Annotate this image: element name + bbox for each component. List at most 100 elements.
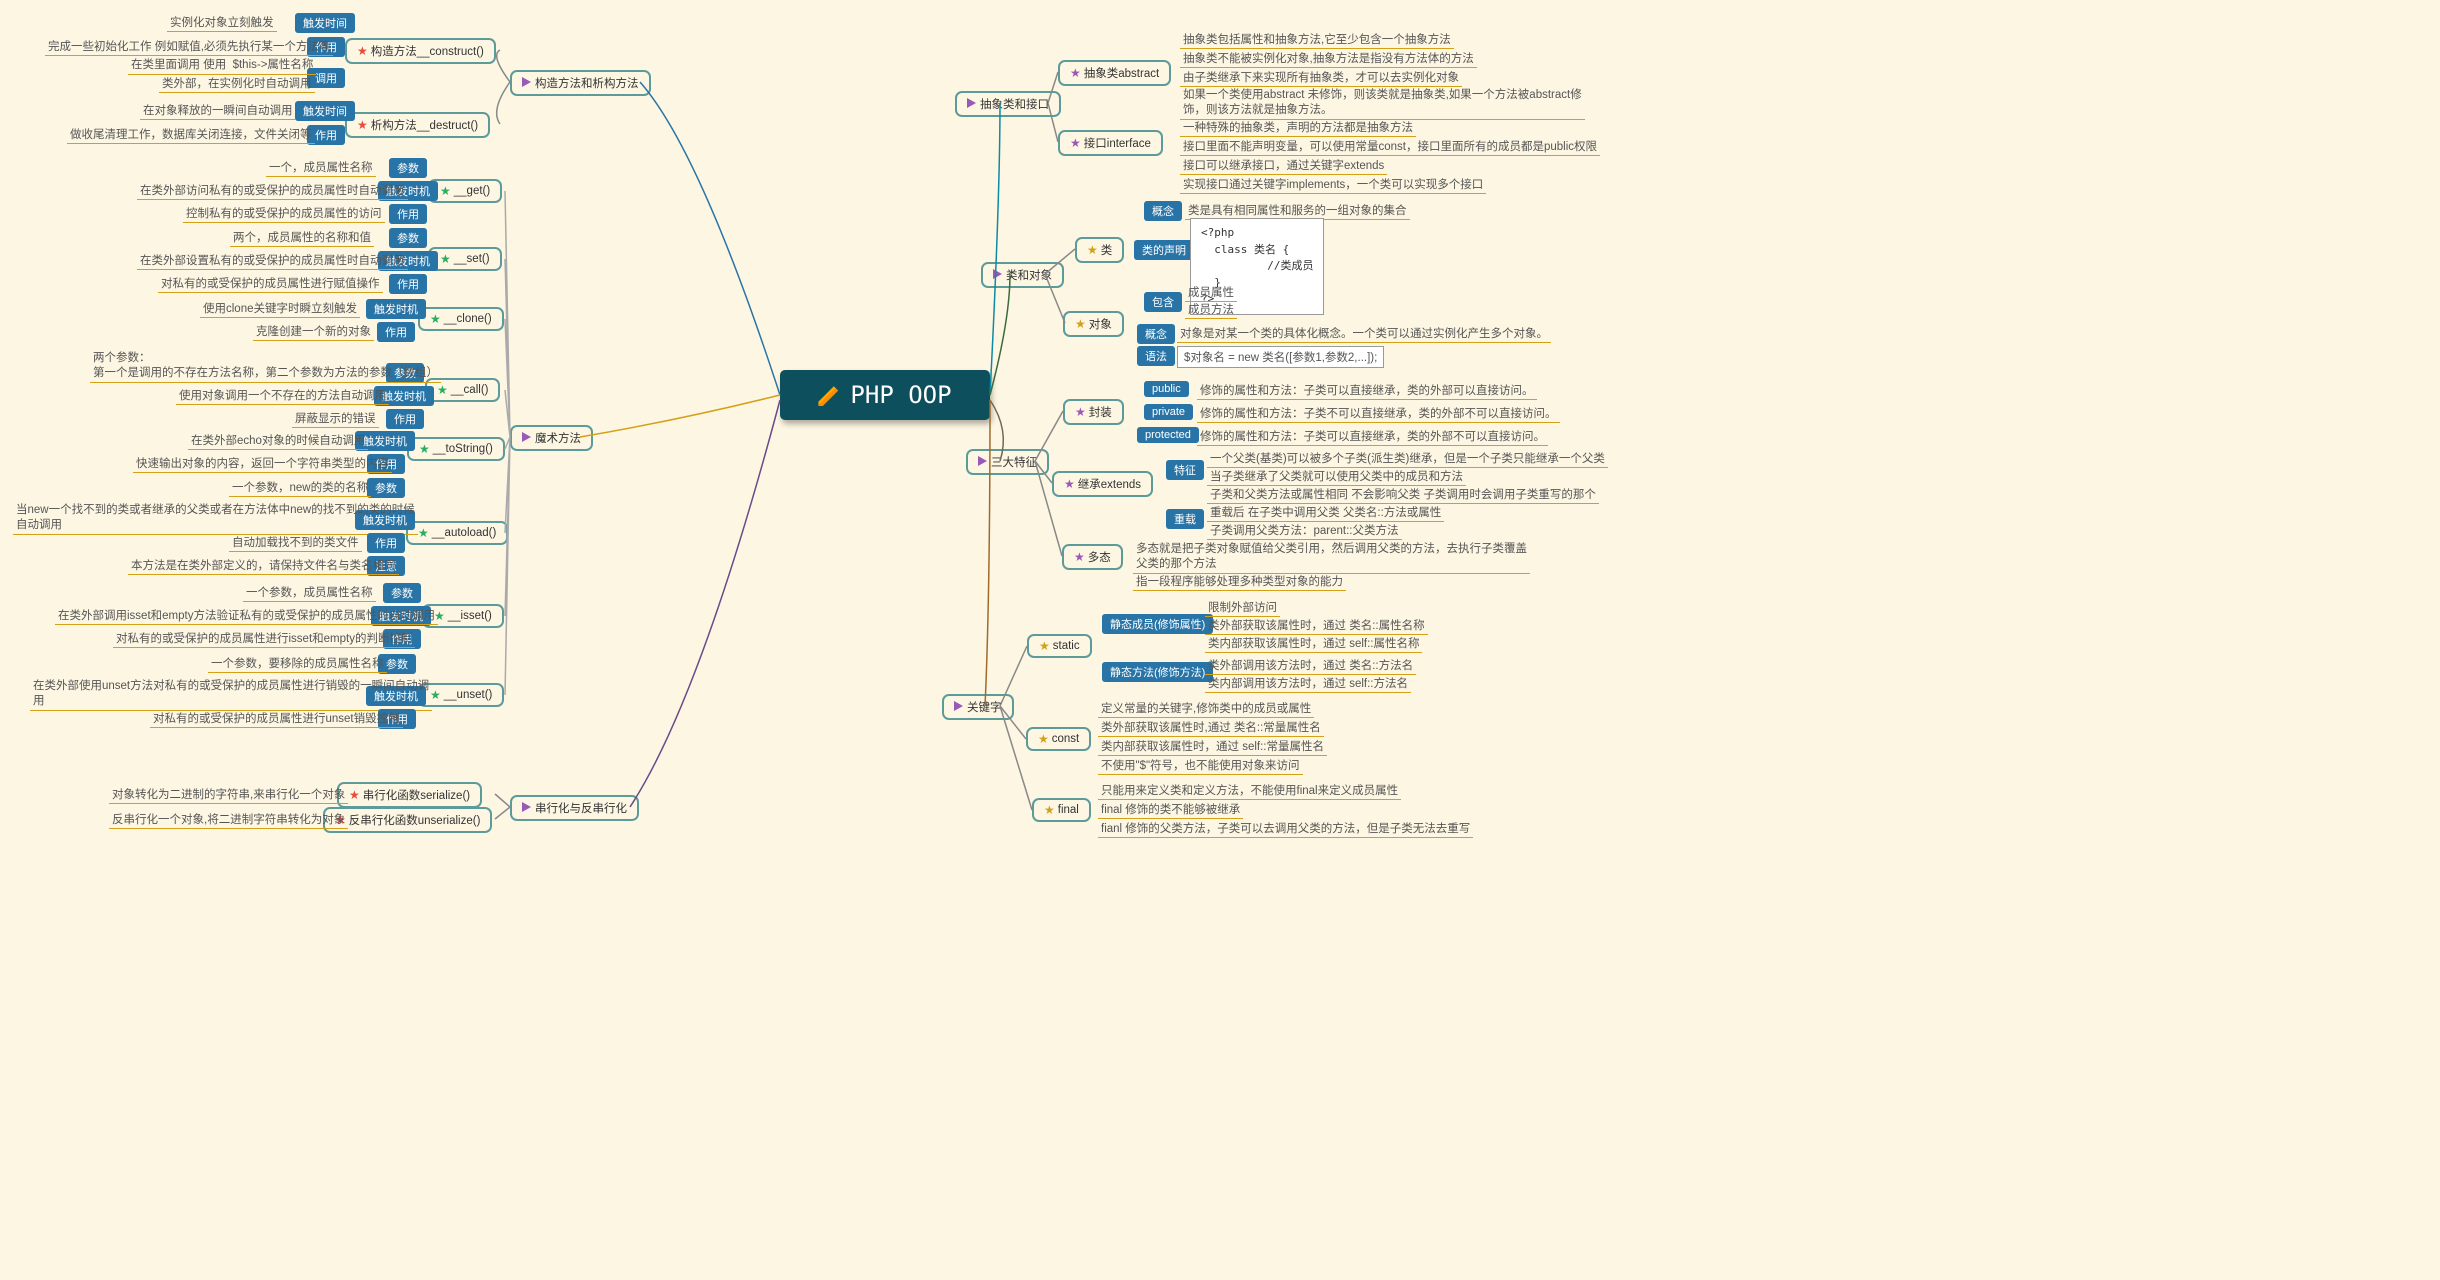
node-tostring[interactable]: __toString() — [407, 437, 505, 461]
label: __isset() — [448, 610, 492, 622]
leaf: 定义常量的关键字,修饰类中的成员或属性 — [1098, 699, 1314, 718]
leaf: fianl 修饰的父类方法，子类可以去调用父类的方法，但是子类无法去重写 — [1098, 819, 1473, 838]
leaf: 多态就是把子类对象赋值给父类引用，然后调用父类的方法，去执行子类覆盖父类的那个方… — [1133, 541, 1530, 574]
leaf: 抽象类不能被实例化对象,抽象方法是指没有方法体的方法 — [1180, 49, 1477, 68]
star-icon — [430, 312, 444, 326]
leaf: 控制私有的或受保护的成员属性的访问 — [183, 204, 385, 223]
leaf: 对私有的或受保护的成员属性进行赋值操作 — [158, 274, 383, 293]
star-icon — [1074, 550, 1088, 564]
leaf: 子类和父类方法或属性相同 不会影响父类 子类调用时会调用子类重写的那个 — [1207, 485, 1599, 504]
leaf: 一种特殊的抽象类，声明的方法都是抽象方法 — [1180, 118, 1416, 137]
flag-icon — [993, 269, 1006, 282]
node-construct[interactable]: 构造方法__construct() — [345, 38, 496, 64]
star-icon — [440, 252, 454, 266]
branch-class-object[interactable]: 类和对象 — [981, 262, 1064, 288]
label: 魔术方法 — [535, 430, 581, 446]
node-unserialize[interactable]: 反串行化函数unserialize() — [323, 807, 492, 833]
leaf: 在类外部访问私有的或受保护的成员属性时自动调用 — [137, 181, 408, 200]
node-get[interactable]: __get() — [428, 179, 502, 203]
branch-serialize[interactable]: 串行化与反串行化 — [510, 795, 639, 821]
label: 三大特征 — [991, 454, 1037, 470]
star-icon — [418, 526, 432, 540]
label: 封装 — [1089, 404, 1112, 420]
node-final[interactable]: final — [1032, 798, 1091, 822]
star-icon — [419, 442, 433, 456]
node-encapsulation[interactable]: 封装 — [1063, 399, 1124, 425]
label: final — [1058, 804, 1079, 816]
node-destruct[interactable]: 析构方法__destruct() — [345, 112, 490, 138]
leaf: 使用clone关键字时瞬立刻触发 — [200, 299, 360, 318]
leaf: 由子类继承下来实现所有抽象类，才可以去实例化对象 — [1180, 68, 1462, 87]
label: 析构方法__destruct() — [371, 117, 478, 133]
node-static[interactable]: static — [1027, 634, 1092, 658]
root-node[interactable]: PHP OOP — [780, 370, 990, 420]
leaf: 本方法是在类外部定义的，请保持文件名与类名相同 — [128, 556, 399, 575]
node-object[interactable]: 对象 — [1063, 311, 1124, 337]
leaf: 类内部获取该属性时，通过 self::属性名称 — [1205, 634, 1422, 653]
node-const[interactable]: const — [1026, 727, 1091, 751]
tag: 语法 — [1137, 346, 1175, 366]
node-polymorphism[interactable]: 多态 — [1062, 544, 1123, 570]
node-autoload[interactable]: __autoload() — [406, 521, 508, 545]
star-icon — [349, 788, 363, 802]
branch-three-features[interactable]: 三大特征 — [966, 449, 1049, 475]
leaf: 反串行化一个对象,将二进制字符串转化为对象 — [109, 810, 348, 829]
tag: 类的声明 — [1134, 240, 1194, 260]
leaf: 对象转化为二进制的字符串,来串行化一个对象 — [109, 785, 348, 804]
flag-icon — [954, 701, 967, 714]
node-abstract[interactable]: 抽象类abstract — [1058, 60, 1171, 86]
leaf: final 修饰的类不能够被继承 — [1098, 800, 1243, 819]
tag: protected — [1137, 427, 1199, 443]
label: __get() — [454, 185, 490, 197]
label: __set() — [454, 253, 490, 265]
leaf: 一个参数，成员属性名称 — [243, 583, 376, 602]
tag: 参数 — [389, 158, 427, 178]
leaf: 当new一个找不到的类或者继承的父类或者在方法体中new的找不到的类的时候自动调… — [13, 502, 418, 535]
star-icon — [1038, 732, 1052, 746]
tag: 参数 — [367, 478, 405, 498]
leaf: 如果一个类使用abstract 未修饰，则该类就是抽象类,如果一个方法被abst… — [1180, 87, 1585, 120]
node-class[interactable]: 类 — [1075, 237, 1124, 263]
leaf: 限制外部访问 — [1205, 598, 1280, 617]
leaf: 在类外部使用unset方法对私有的或受保护的成员属性进行销毁的一瞬间自动调用 — [30, 678, 432, 711]
node-serialize[interactable]: 串行化函数serialize() — [337, 782, 482, 808]
tag: 作用 — [389, 274, 427, 294]
pencil-icon — [818, 384, 840, 406]
node-inherit[interactable]: 继承extends — [1052, 471, 1153, 497]
leaf: 两个，成员属性的名称和值 — [230, 228, 374, 247]
branch-construct-destruct[interactable]: 构造方法和析构方法 — [510, 70, 651, 96]
leaf: 类内部调用该方法时，通过 self::方法名 — [1205, 674, 1411, 693]
node-set[interactable]: __set() — [428, 247, 502, 271]
branch-magic[interactable]: 魔术方法 — [510, 425, 593, 451]
leaf: 使用对象调用一个不存在的方法自动调用 — [176, 386, 389, 405]
leaf: 类外部调用该方法时，通过 类名::方法名 — [1205, 656, 1416, 675]
leaf: 在类里面调用 使用 $this->属性名称 — [128, 56, 316, 75]
tag: 触发时机 — [366, 299, 426, 319]
star-icon — [357, 44, 371, 58]
branch-keywords[interactable]: 关键字 — [942, 694, 1014, 720]
star-icon — [1039, 639, 1053, 653]
star-icon — [1070, 66, 1084, 80]
node-interface[interactable]: 接口interface — [1058, 130, 1163, 156]
leaf: 一个参数，要移除的成员属性名称 — [208, 654, 387, 673]
label: 接口interface — [1084, 135, 1151, 151]
leaf: 完成一些初始化工作 例如赋值,必须先执行某一个方法等 — [45, 37, 333, 56]
leaf: 克隆创建一个新的对象 — [253, 322, 374, 341]
tag: 参数 — [389, 228, 427, 248]
star-icon — [1064, 477, 1078, 491]
leaf: 实现接口通过关键字implements，一个类可以实现多个接口 — [1180, 175, 1486, 194]
node-clone[interactable]: __clone() — [418, 307, 504, 331]
leaf: 修饰的属性和方法：子类不可以直接继承，类的外部不可以直接访问。 — [1197, 404, 1560, 423]
star-icon — [1075, 405, 1089, 419]
branch-abstract-interface[interactable]: 抽象类和接口 — [955, 91, 1061, 117]
tag: 作用 — [367, 533, 405, 553]
leaf: 重载后 在子类中调用父类 父类名::方法或属性 — [1207, 503, 1444, 522]
label: 类和对象 — [1006, 267, 1052, 283]
leaf: 在对象释放的一瞬间自动调用 — [140, 101, 296, 120]
label: 多态 — [1088, 549, 1111, 565]
leaf: 一个参数，new的类的名称 — [229, 478, 371, 497]
leaf: 对象是对某一个类的具体化概念。一个类可以通过实例化产生多个对象。 — [1177, 324, 1551, 343]
leaf: 当子类继承了父类就可以使用父类中的成员和方法 — [1207, 467, 1466, 486]
label: 反串行化函数unserialize() — [349, 812, 481, 828]
star-icon — [1075, 317, 1089, 331]
